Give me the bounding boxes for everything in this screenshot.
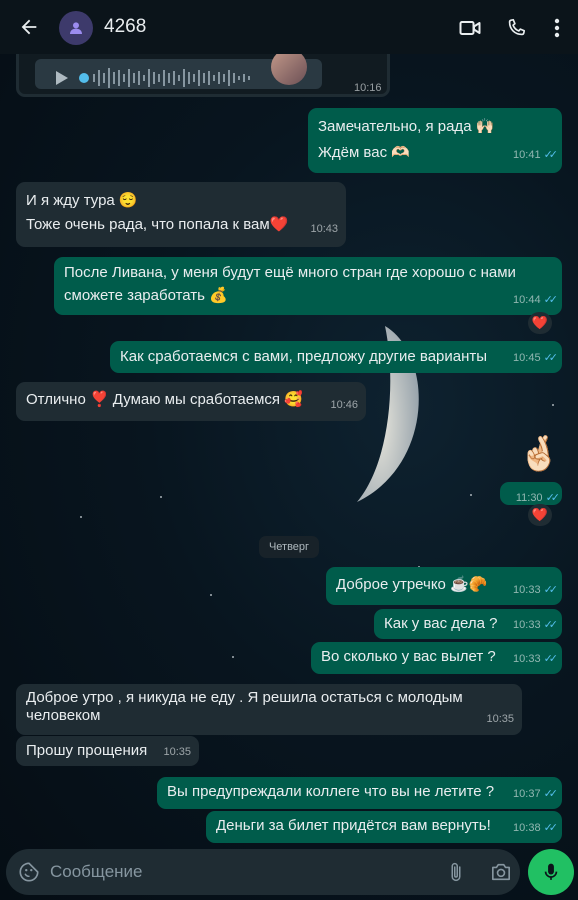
message-time: 10:46: [330, 399, 358, 411]
message-text: Доброе утречко ☕🥐: [336, 576, 488, 593]
arrow-back-icon: [21, 19, 37, 35]
message-text: Как у вас дела ?: [384, 615, 498, 632]
outgoing-message[interactable]: Как у вас дела ? 10:33 ✓✓: [374, 609, 562, 639]
sticker-button[interactable]: [16, 860, 42, 884]
message-text: Как сработаемся с вами, предложу другие …: [120, 348, 488, 365]
read-ticks-icon: ✓✓: [543, 149, 559, 161]
message-time: 10:45: [513, 352, 541, 364]
attach-button[interactable]: [444, 860, 468, 884]
star: [470, 494, 472, 496]
message-time: 10:33: [513, 653, 541, 665]
read-ticks-icon: ✓✓: [543, 653, 559, 665]
reaction-badge[interactable]: ❤️: [528, 312, 552, 334]
camera-button[interactable]: [488, 860, 514, 884]
outgoing-message[interactable]: Как сработаемся с вами, предложу другие …: [110, 341, 562, 373]
message-time: 10:33: [513, 619, 541, 631]
message-time: 10:35: [163, 746, 191, 758]
back-button[interactable]: [14, 13, 44, 41]
message-text: Замечательно, я рада 🙌🏻: [318, 118, 495, 135]
message-text: Тоже очень рада, что попала к вам❤️: [26, 216, 289, 233]
star: [160, 496, 162, 498]
microphone-icon: [544, 863, 558, 880]
message-text: человеком: [26, 707, 101, 724]
camera-icon: [492, 863, 510, 881]
paperclip-icon: [451, 862, 461, 882]
outgoing-message[interactable]: Замечательно, я рада 🙌🏻 Ждём вас 🫶🏻 10:4…: [308, 108, 562, 173]
message-text: Вы предупреждали коллеге что вы не летит…: [167, 783, 495, 800]
message-time: 10:43: [310, 223, 338, 235]
incoming-message[interactable]: Доброе утро , я никуда не еду . Я решила…: [16, 684, 522, 735]
read-ticks-icon: ✓✓: [543, 788, 559, 800]
play-icon[interactable]: [55, 70, 69, 86]
waveform[interactable]: [79, 65, 259, 91]
outgoing-message[interactable]: Вы предупреждали коллеге что вы не летит…: [157, 777, 562, 809]
more-vert-icon: [554, 18, 560, 38]
outgoing-message[interactable]: После Ливана, у меня будут ещё много стр…: [54, 257, 562, 315]
message-text: Деньги за билет придётся вам вернуть!: [216, 817, 491, 834]
more-options-button[interactable]: [544, 14, 570, 42]
message-text: Во сколько у вас вылет ?: [321, 648, 496, 665]
message-text: сможете заработать 💰: [64, 287, 228, 304]
message-composer[interactable]: Сообщение: [6, 849, 520, 895]
message-list[interactable]: 10:16 Замечательно, я рада 🙌🏻 Ждём вас 🫶…: [0, 54, 578, 848]
phone-icon: [508, 18, 526, 36]
reaction-badge[interactable]: ❤️: [528, 504, 552, 526]
incoming-message[interactable]: Прошу прощения 10:35: [16, 736, 199, 766]
sticker-icon: [19, 862, 39, 882]
incoming-message[interactable]: И я жду тура 😌 Тоже очень рада, что попа…: [16, 182, 346, 247]
star: [80, 516, 82, 518]
voice-call-button[interactable]: [502, 14, 530, 42]
message-time: 10:41: [513, 149, 541, 161]
message-time: 10:37: [513, 788, 541, 800]
contact-name[interactable]: 4268: [104, 16, 146, 38]
date-divider: Четверг: [259, 536, 319, 558]
message-time: 10:33: [513, 584, 541, 596]
read-ticks-icon: ✓✓: [543, 352, 559, 364]
star: [210, 594, 212, 596]
read-ticks-icon: ✓✓: [543, 822, 559, 834]
contact-avatar[interactable]: [59, 11, 93, 45]
video-call-button[interactable]: [456, 14, 484, 42]
message-text: И я жду тура 😌: [26, 192, 138, 209]
incoming-message[interactable]: Отлично ❣️ Думаю мы сработаемся 🥰 10:46: [16, 382, 366, 421]
voice-message[interactable]: 10:16: [16, 54, 390, 97]
star: [552, 404, 554, 406]
outgoing-message[interactable]: Доброе утречко ☕🥐 10:33 ✓✓: [326, 567, 562, 605]
read-ticks-icon: ✓✓: [543, 294, 559, 306]
read-ticks-icon: ✓✓: [543, 584, 559, 596]
message-time: 10:44: [513, 294, 541, 306]
message-text: Отлично ❣️ Думаю мы сработаемся 🥰: [26, 391, 303, 408]
message-text: Ждём вас 🫶🏻: [318, 144, 410, 161]
star: [232, 656, 234, 658]
message-time: 10:38: [513, 822, 541, 834]
person-icon: [70, 22, 82, 34]
outgoing-message[interactable]: Во сколько у вас вылет ? 10:33 ✓✓: [311, 642, 562, 674]
video-call-icon: [459, 21, 481, 35]
voice-record-button[interactable]: [528, 849, 574, 895]
outgoing-message[interactable]: Деньги за билет придётся вам вернуть! 10…: [206, 811, 562, 843]
message-time: 11:30: [515, 492, 543, 504]
message-time: 10:35: [486, 713, 514, 725]
message-text: После Ливана, у меня будут ещё много стр…: [64, 264, 516, 281]
message-time: 10:16: [354, 82, 382, 94]
emoji-message[interactable]: 🤞🏻: [518, 432, 560, 476]
outgoing-message[interactable]: 11:30 ✓✓: [500, 482, 562, 505]
message-text: Прошу прощения: [26, 742, 148, 759]
read-ticks-icon: ✓✓: [543, 619, 559, 631]
message-input[interactable]: Сообщение: [50, 862, 143, 882]
chat-header: 4268: [0, 0, 578, 54]
